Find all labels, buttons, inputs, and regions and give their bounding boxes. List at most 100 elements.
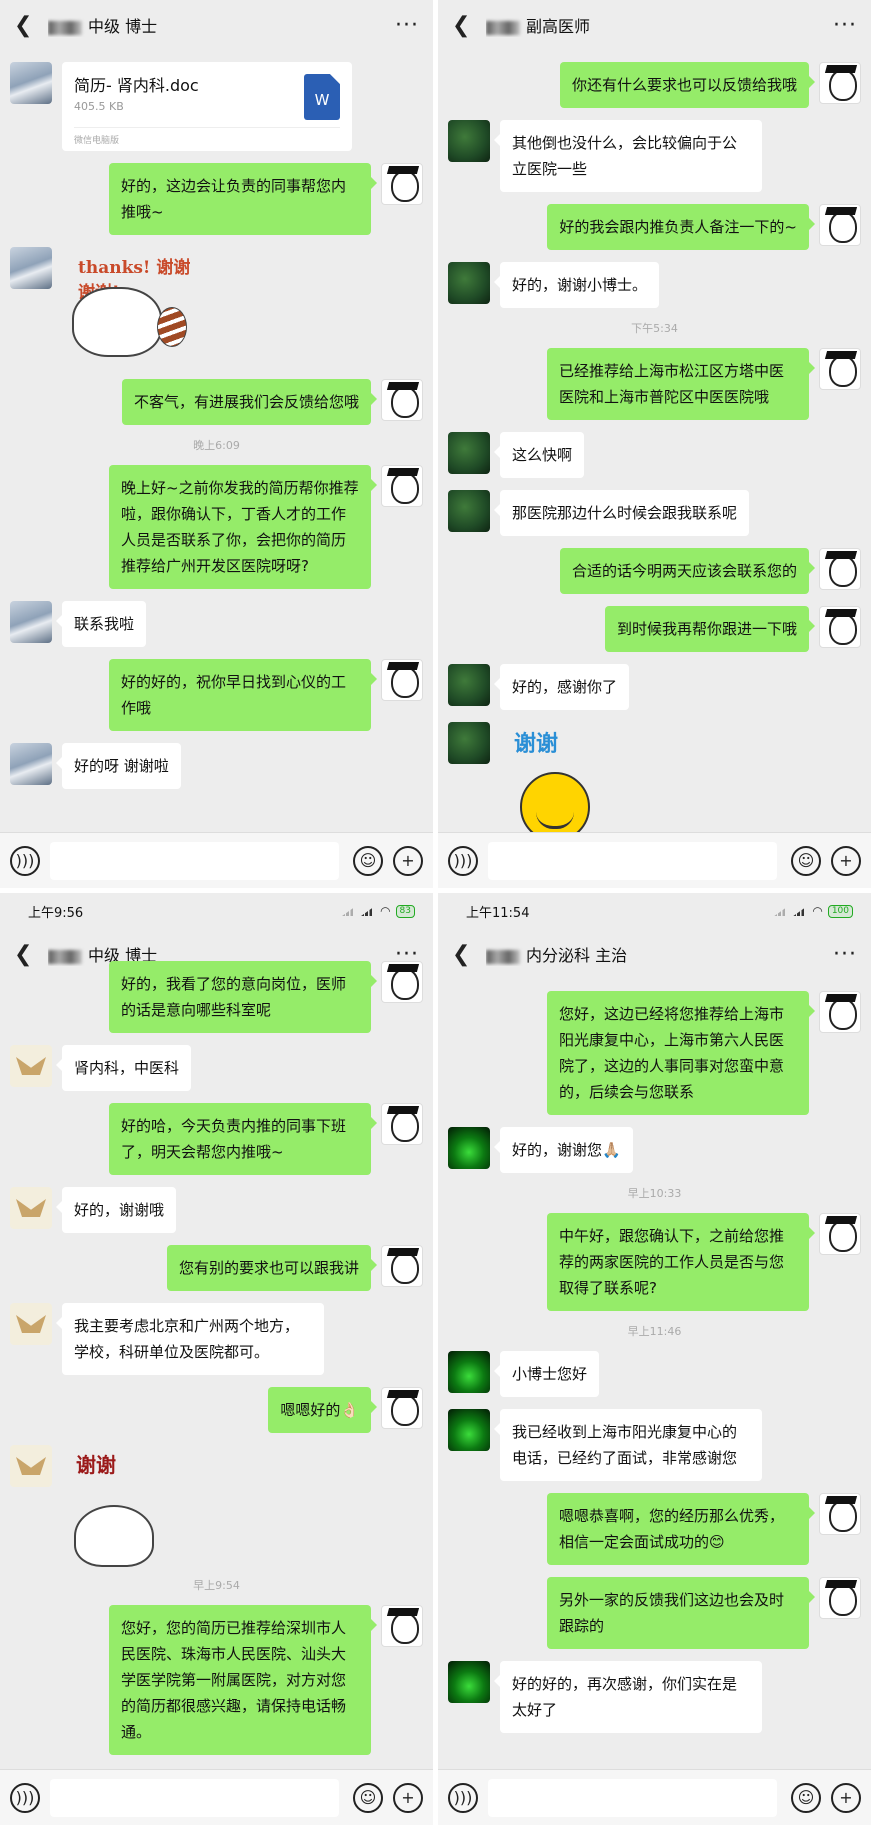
contact-avatar[interactable] bbox=[10, 743, 52, 785]
contact-avatar[interactable] bbox=[448, 722, 490, 764]
sent-message[interactable]: 您好，您的简历已推荐给深圳市人民医院、珠海市人民医院、汕头大学医学院第一附属医院… bbox=[109, 1605, 377, 1755]
sent-message[interactable]: 好的，我看了您的意向岗位，医师的话是意向哪些科室呢 bbox=[109, 961, 377, 1033]
sent-message[interactable]: 晚上好~之前你发我的简历帮你推荐啦，跟你确认下，丁香人才的工作人员是否联系了你，… bbox=[109, 465, 377, 589]
voice-icon[interactable]: ))) bbox=[10, 845, 40, 876]
raccoon-thanks-sticker[interactable]: thanks! 谢谢 谢谢! bbox=[62, 247, 192, 367]
sent-message[interactable]: 您有别的要求也可以跟我讲 bbox=[166, 1245, 378, 1291]
received-message[interactable]: 这么快啊 bbox=[493, 432, 585, 478]
bowing-thanks-sticker[interactable]: 谢谢 bbox=[62, 1445, 192, 1567]
sent-message[interactable]: 您好，这边已经将您推荐给上海市阳光康复中心，上海市第六人民医院了，这边的人事同事… bbox=[547, 991, 815, 1115]
message-input[interactable] bbox=[488, 841, 777, 880]
plus-icon[interactable]: + bbox=[831, 845, 861, 876]
contact-avatar[interactable] bbox=[448, 432, 490, 474]
self-avatar[interactable] bbox=[381, 961, 423, 1003]
sent-message[interactable]: 到时候我再帮你跟进一下哦 bbox=[604, 606, 816, 652]
self-avatar[interactable] bbox=[381, 163, 423, 205]
sent-message[interactable]: 好的哈，今天负责内推的同事下班了，明天会帮您内推哦~ bbox=[109, 1103, 377, 1175]
message-row: 您好，这边已经将您推荐给上海市阳光康复中心，上海市第六人民医院了，这边的人事同事… bbox=[448, 991, 861, 1115]
emoji-icon[interactable]: ☺ bbox=[353, 1782, 383, 1813]
self-avatar[interactable] bbox=[381, 1387, 423, 1429]
smiley-thanks-sticker[interactable]: 谢谢 bbox=[500, 722, 630, 842]
sent-message[interactable]: 好的好的，祝你早日找到心仪的工作哦 bbox=[109, 659, 377, 731]
self-avatar[interactable] bbox=[819, 348, 861, 390]
sent-message[interactable]: 不客气，有进展我们会反馈给您哦 bbox=[121, 379, 378, 425]
contact-avatar[interactable] bbox=[448, 1409, 490, 1451]
received-message[interactable]: 小博士您好 bbox=[493, 1351, 600, 1397]
contact-avatar[interactable] bbox=[448, 664, 490, 706]
received-message[interactable]: 好的，谢谢您🙏🏼 bbox=[494, 1127, 633, 1173]
message-input[interactable] bbox=[488, 1778, 777, 1817]
sent-message[interactable]: 合适的话今明两天应该会联系您的 bbox=[559, 548, 816, 594]
emoji-icon[interactable]: ☺ bbox=[791, 1782, 821, 1813]
message-list[interactable]: 您好，这边已经将您推荐给上海市阳光康复中心，上海市第六人民医院了，这边的人事同事… bbox=[438, 991, 871, 1733]
sent-message[interactable]: 中午好，跟您确认下，之前给您推荐的两家医院的工作人员是否与您取得了联系呢? bbox=[547, 1213, 815, 1311]
more-icon[interactable]: ··· bbox=[395, 13, 419, 38]
self-avatar[interactable] bbox=[819, 606, 861, 648]
self-avatar[interactable] bbox=[819, 991, 861, 1033]
contact-avatar[interactable] bbox=[10, 601, 52, 643]
contact-avatar[interactable] bbox=[10, 1445, 52, 1487]
contact-avatar[interactable] bbox=[448, 490, 490, 532]
self-avatar[interactable] bbox=[381, 1245, 423, 1287]
self-avatar[interactable] bbox=[381, 1103, 423, 1145]
sent-message[interactable]: 嗯嗯好的👌🏻 bbox=[268, 1387, 377, 1433]
voice-icon[interactable]: ))) bbox=[448, 845, 478, 876]
back-icon[interactable]: ❮ bbox=[452, 13, 476, 38]
self-avatar[interactable] bbox=[819, 204, 861, 246]
more-icon[interactable]: ··· bbox=[833, 13, 857, 38]
plus-icon[interactable]: + bbox=[393, 1782, 423, 1813]
sent-message[interactable]: 好的我会跟内推负责人备注一下的~ bbox=[547, 204, 815, 250]
voice-icon[interactable]: ))) bbox=[10, 1782, 40, 1813]
received-message[interactable]: 好的，谢谢哦 bbox=[55, 1187, 177, 1233]
sent-message[interactable]: 好的，这边会让负责的同事帮您内推哦~ bbox=[109, 163, 377, 235]
sent-message[interactable]: 嗯嗯恭喜啊，您的经历那么优秀，相信一定会面试成功的😊 bbox=[547, 1493, 815, 1565]
message-list[interactable]: 好的，我看了您的意向岗位，医师的话是意向哪些科室呢 肾内科，中医科 好的哈，今天… bbox=[0, 961, 433, 1755]
received-message[interactable]: 联系我啦 bbox=[55, 601, 147, 647]
contact-avatar[interactable] bbox=[448, 1661, 490, 1703]
received-message[interactable]: 我主要考虑北京和广州两个地方，学校，科研单位及医院都可。 bbox=[56, 1303, 324, 1375]
received-message[interactable]: 我已经收到上海市阳光康复中心的电话，已经约了面试，非常感谢您 bbox=[494, 1409, 762, 1481]
received-message[interactable]: 好的，谢谢小博士。 bbox=[493, 262, 660, 308]
received-message[interactable]: 肾内科，中医科 bbox=[55, 1045, 192, 1091]
contact-avatar[interactable] bbox=[448, 1127, 490, 1169]
self-avatar[interactable] bbox=[819, 1577, 861, 1619]
self-avatar[interactable] bbox=[819, 1213, 861, 1255]
self-avatar[interactable] bbox=[819, 548, 861, 590]
battery-icon: 100 bbox=[827, 904, 853, 918]
contact-avatar[interactable] bbox=[10, 1045, 52, 1087]
self-avatar[interactable] bbox=[381, 1605, 423, 1647]
emoji-icon[interactable]: ☺ bbox=[353, 845, 383, 876]
self-avatar[interactable] bbox=[381, 659, 423, 701]
contact-avatar[interactable] bbox=[10, 62, 52, 104]
sent-message[interactable]: 你还有什么要求也可以反馈给我哦 bbox=[559, 62, 816, 108]
contact-avatar[interactable] bbox=[10, 1187, 52, 1229]
received-message[interactable]: 好的好的，再次感谢，你们实在是太好了 bbox=[494, 1661, 762, 1733]
more-icon[interactable]: ··· bbox=[833, 942, 857, 967]
message-list[interactable]: 你还有什么要求也可以反馈给我哦 其他倒也没什么，会比较偏向于公立医院一些 好的我… bbox=[438, 62, 871, 842]
message-list[interactable]: 简历- 肾内科.doc 405.5 KB W 微信电脑版 好的，这边会让负责的同… bbox=[0, 62, 433, 789]
contact-avatar[interactable] bbox=[448, 1351, 490, 1393]
plus-icon[interactable]: + bbox=[393, 845, 423, 876]
sent-message[interactable]: 已经推荐给上海市松江区方塔中医医院和上海市普陀区中医医院哦 bbox=[547, 348, 815, 420]
self-avatar[interactable] bbox=[819, 62, 861, 104]
back-icon[interactable]: ❮ bbox=[14, 13, 38, 38]
received-message[interactable]: 好的呀 谢谢啦 bbox=[56, 743, 181, 789]
sent-message[interactable]: 另外一家的反馈我们这边也会及时跟踪的 bbox=[547, 1577, 815, 1649]
contact-avatar[interactable] bbox=[448, 120, 490, 162]
contact-avatar[interactable] bbox=[10, 1303, 52, 1345]
received-message[interactable]: 好的，感谢你了 bbox=[493, 664, 630, 710]
voice-icon[interactable]: ))) bbox=[448, 1782, 478, 1813]
plus-icon[interactable]: + bbox=[831, 1782, 861, 1813]
contact-avatar[interactable] bbox=[10, 247, 52, 289]
received-message[interactable]: 其他倒也没什么，会比较偏向于公立医院一些 bbox=[494, 120, 762, 192]
self-avatar[interactable] bbox=[381, 465, 423, 507]
received-message[interactable]: 那医院那边什么时候会跟我联系呢 bbox=[493, 490, 750, 536]
self-avatar[interactable] bbox=[381, 379, 423, 421]
contact-avatar[interactable] bbox=[448, 262, 490, 304]
back-icon[interactable]: ❮ bbox=[452, 942, 476, 967]
message-input[interactable] bbox=[50, 841, 339, 880]
emoji-icon[interactable]: ☺ bbox=[791, 845, 821, 876]
message-input[interactable] bbox=[50, 1778, 339, 1817]
file-message[interactable]: 简历- 肾内科.doc 405.5 KB W 微信电脑版 bbox=[62, 62, 352, 151]
self-avatar[interactable] bbox=[819, 1493, 861, 1535]
